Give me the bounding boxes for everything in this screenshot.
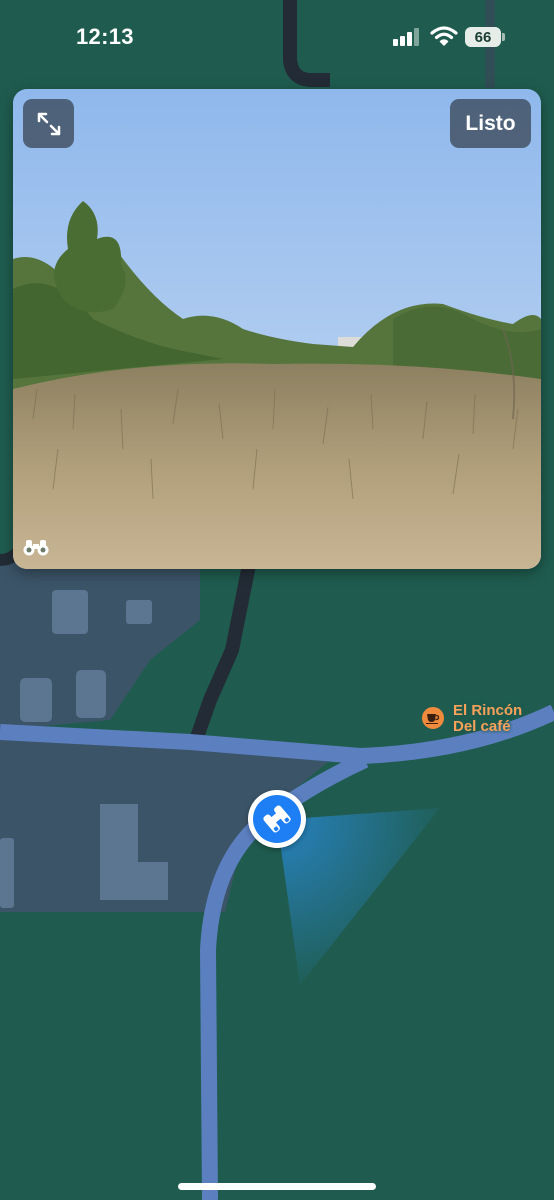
look-around-location-marker[interactable] bbox=[248, 790, 306, 848]
battery-level: 66 bbox=[474, 28, 492, 46]
battery-nub bbox=[502, 33, 505, 41]
coffee-cup-icon bbox=[420, 705, 446, 731]
poi-name-line1: El Rincón bbox=[453, 702, 523, 719]
status-time: 12:13 bbox=[76, 24, 134, 49]
expand-button[interactable] bbox=[23, 99, 74, 148]
poi-name-line2: Del café bbox=[453, 718, 511, 735]
signal-icon bbox=[393, 28, 419, 46]
look-around-panel[interactable]: Listo bbox=[13, 89, 541, 569]
poi-el-rincon-del-cafe[interactable]: El Rincón Del café bbox=[420, 703, 522, 735]
look-around-photo[interactable] bbox=[13, 89, 541, 569]
battery-icon: 66 bbox=[465, 27, 501, 47]
status-bar: 12:13 66 bbox=[0, 0, 554, 78]
home-indicator[interactable] bbox=[178, 1183, 376, 1190]
binoculars-icon bbox=[23, 540, 49, 556]
poi-label: El Rincón Del café bbox=[453, 703, 522, 735]
expand-arrows-icon bbox=[37, 112, 60, 135]
binoculars-icon bbox=[263, 805, 291, 833]
done-button[interactable]: Listo bbox=[450, 99, 531, 148]
location-marker-inner bbox=[253, 795, 301, 843]
wifi-icon bbox=[430, 26, 458, 46]
